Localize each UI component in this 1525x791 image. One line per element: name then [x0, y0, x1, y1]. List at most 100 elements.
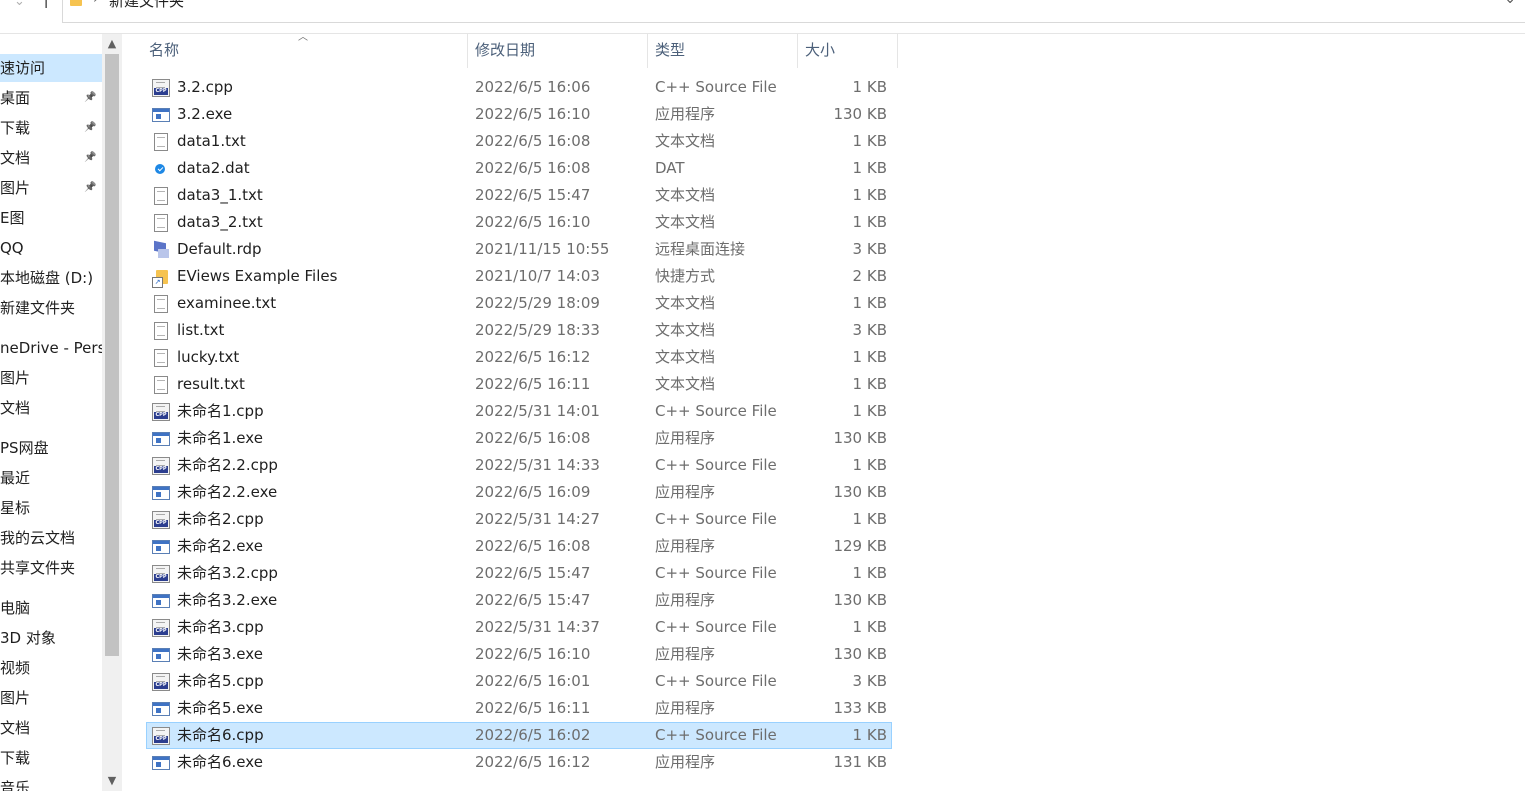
nav-item-label: 文档 [0, 399, 31, 417]
file-type: 应用程序 [655, 105, 716, 123]
nav-scrollbar[interactable]: ▲ ▼ [102, 34, 122, 791]
file-modified-date: 2022/6/5 16:10 [475, 105, 591, 123]
file-size: 1 KB [852, 213, 887, 231]
address-dropdown-chevron-down-icon[interactable]: ⌄ [1504, 0, 1516, 7]
file-row[interactable]: 未命名5.exe 2022/6/5 16:11 应用程序 133 KB [146, 695, 892, 722]
recent-locations-chevron-down-icon[interactable]: ⌄ [14, 0, 28, 9]
nav-item[interactable]: 最近 [0, 464, 102, 492]
file-row[interactable]: 未命名3.2.exe 2022/6/5 15:47 应用程序 130 KB [146, 587, 892, 614]
file-row[interactable]: 3.2.exe 2022/6/5 16:10 应用程序 130 KB [146, 101, 892, 128]
nav-item[interactable]: QQ [0, 234, 102, 262]
nav-item[interactable]: 新建文件夹 [0, 294, 102, 322]
file-name: data3_1.txt [177, 186, 263, 204]
file-name: 未命名5.cpp [177, 672, 264, 690]
nav-item[interactable]: 视频 [0, 654, 102, 682]
column-header-name[interactable]: 名称 [141, 34, 468, 68]
column-header-type[interactable]: 类型 [647, 34, 797, 68]
up-arrow-icon[interactable]: ↑ [36, 0, 56, 16]
nav-item[interactable]: 音乐 [0, 774, 102, 791]
nav-item[interactable]: 图片 [0, 364, 102, 392]
file-row[interactable]: 未命名3.cpp 2022/5/31 14:37 C++ Source File 1 … [146, 614, 892, 641]
file-row[interactable]: 未命名5.cpp 2022/6/5 16:01 C++ Source File 3 K… [146, 668, 892, 695]
exe-file-icon [152, 702, 170, 716]
file-row[interactable]: 未命名1.exe 2022/6/5 16:08 应用程序 130 KB [146, 425, 892, 452]
file-row[interactable]: data2.dat 2022/6/5 16:08 DAT 1 KB [146, 155, 892, 182]
file-row[interactable]: data3_2.txt 2022/6/5 16:10 文本文档 1 KB [146, 209, 892, 236]
file-row[interactable]: result.txt 2022/6/5 16:11 文本文档 1 KB [146, 371, 892, 398]
nav-item[interactable]: 图片 📌 [0, 174, 102, 202]
file-size: 1 KB [852, 78, 887, 96]
column-header-row: ︿ 名称 修改日期 类型 大小 [122, 34, 1525, 68]
column-divider[interactable] [897, 34, 898, 68]
file-row[interactable]: lucky.txt 2022/6/5 16:12 文本文档 1 KB [146, 344, 892, 371]
file-size: 1 KB [852, 132, 887, 150]
file-size: 130 KB [833, 105, 887, 123]
file-type: C++ Source File [655, 78, 777, 96]
column-header-date[interactable]: 修改日期 [467, 34, 647, 68]
file-row[interactable]: 未命名2.2.cpp 2022/5/31 14:33 C++ Source File… [146, 452, 892, 479]
file-size: 130 KB [833, 645, 887, 663]
file-row[interactable]: examinee.txt 2022/5/29 18:09 文本文档 1 KB [146, 290, 892, 317]
nav-item[interactable]: 文档 📌 [0, 144, 102, 172]
nav-scrollbar-thumb[interactable] [105, 54, 119, 656]
nav-item[interactable]: 桌面 📌 [0, 84, 102, 112]
nav-item[interactable]: 3D 对象 [0, 624, 102, 652]
file-modified-date: 2022/6/5 16:09 [475, 483, 591, 501]
file-modified-date: 2022/6/5 16:08 [475, 537, 591, 555]
file-row[interactable]: 未命名2.exe 2022/6/5 16:08 应用程序 129 KB [146, 533, 892, 560]
column-header-size[interactable]: 大小 [797, 34, 897, 68]
file-type: 应用程序 [655, 699, 716, 717]
file-type: 应用程序 [655, 483, 716, 501]
file-name: 未命名3.cpp [177, 618, 264, 636]
file-name: 未命名1.cpp [177, 402, 264, 420]
file-modified-date: 2022/6/5 15:47 [475, 591, 591, 609]
file-row[interactable]: 3.2.cpp 2022/6/5 16:06 C++ Source File 1 KB [146, 74, 892, 101]
file-row[interactable]: 未命名3.exe 2022/6/5 16:10 应用程序 130 KB [146, 641, 892, 668]
file-size: 1 KB [852, 402, 887, 420]
nav-item[interactable]: 我的云文档 [0, 524, 102, 552]
nav-item[interactable]: 速访问 [0, 54, 102, 82]
file-modified-date: 2021/10/7 14:03 [475, 267, 600, 285]
nav-item-label: 新建文件夹 [0, 299, 76, 317]
scroll-up-icon[interactable]: ▲ [102, 34, 122, 54]
nav-item[interactable]: 图片 [0, 684, 102, 712]
file-size: 2 KB [852, 267, 887, 285]
nav-item[interactable]: PS网盘 [0, 434, 102, 462]
file-modified-date: 2022/6/5 16:12 [475, 348, 591, 366]
nav-item[interactable]: 文档 [0, 714, 102, 742]
file-size: 3 KB [852, 672, 887, 690]
nav-item[interactable]: 共享文件夹 [0, 554, 102, 582]
nav-item[interactable]: E图 [0, 204, 102, 232]
nav-item[interactable]: 电脑 [0, 594, 102, 622]
cpp-file-icon [152, 673, 170, 691]
file-row[interactable]: 未命名6.cpp 2022/6/5 16:02 C++ Source File 1 K… [146, 722, 892, 749]
file-row[interactable]: 未命名3.2.cpp 2022/6/5 15:47 C++ Source File 1… [146, 560, 892, 587]
cpp-file-icon [152, 619, 170, 637]
file-row[interactable]: 未命名2.cpp 2022/5/31 14:27 C++ Source File 1 … [146, 506, 892, 533]
file-row[interactable]: EViews Example Files 2021/10/7 14:03 快捷方式 2… [146, 263, 892, 290]
file-name: 未命名1.exe [177, 429, 263, 447]
address-bar[interactable]: › 新建文件夹 ⌄ [62, 0, 1525, 23]
file-row[interactable]: Default.rdp 2021/11/15 10:55 远程桌面连接 3 KB [146, 236, 892, 263]
file-row[interactable]: data3_1.txt 2022/6/5 15:47 文本文档 1 KB [146, 182, 892, 209]
nav-item[interactable]: 本地磁盘 (D:) [0, 264, 102, 292]
nav-item[interactable]: neDrive - Perso [0, 334, 102, 362]
exe-file-icon [152, 540, 170, 554]
scroll-down-icon[interactable]: ▼ [102, 771, 122, 791]
file-type: 文本文档 [655, 321, 716, 339]
nav-item[interactable]: 文档 [0, 394, 102, 422]
file-row[interactable]: data1.txt 2022/6/5 16:08 文本文档 1 KB [146, 128, 892, 155]
file-name: Default.rdp [177, 240, 262, 258]
nav-item[interactable]: 下载 [0, 744, 102, 772]
file-row[interactable]: list.txt 2022/5/29 18:33 文本文档 3 KB [146, 317, 892, 344]
nav-item[interactable]: 下载 📌 [0, 114, 102, 142]
nav-item[interactable]: 星标 [0, 494, 102, 522]
file-row[interactable]: 未命名2.2.exe 2022/6/5 16:09 应用程序 130 KB [146, 479, 892, 506]
file-size: 3 KB [852, 321, 887, 339]
file-row[interactable]: 未命名1.cpp 2022/5/31 14:01 C++ Source File 1 … [146, 398, 892, 425]
file-row[interactable]: 未命名6.exe 2022/6/5 16:12 应用程序 131 KB [146, 749, 892, 776]
breadcrumb-current-folder[interactable]: 新建文件夹 [109, 0, 184, 11]
breadcrumb-chevron-icon[interactable]: › [93, 0, 99, 7]
file-type: 快捷方式 [655, 267, 716, 285]
text-file-icon [154, 133, 168, 151]
